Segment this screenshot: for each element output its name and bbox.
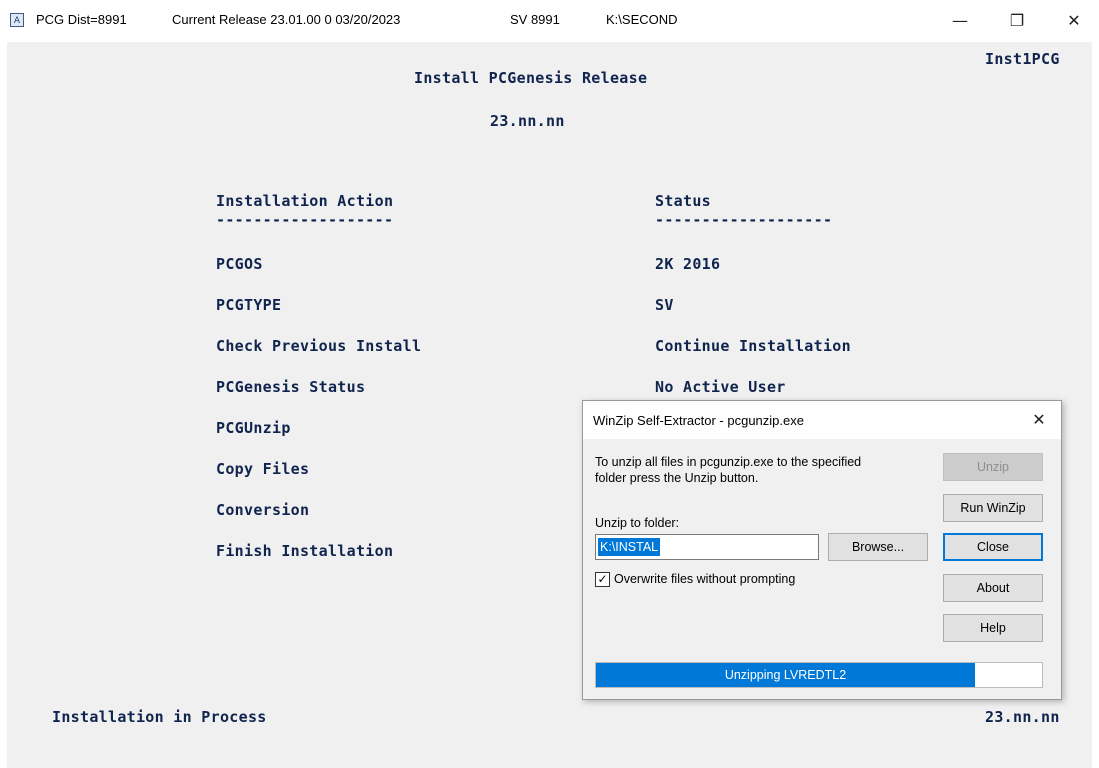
minimize-button[interactable]: — xyxy=(938,0,982,42)
action-item: PCGenesis Status xyxy=(216,378,366,396)
action-item: PCGTYPE xyxy=(216,296,282,314)
status-item: SV xyxy=(655,296,674,314)
dialog-message-line2: folder press the Unzip button. xyxy=(595,471,759,485)
dialog-title: WinZip Self-Extractor - pcgunzip.exe xyxy=(593,413,804,428)
close-button[interactable]: Close xyxy=(943,533,1043,561)
overwrite-checkbox[interactable]: ✓ xyxy=(595,572,610,587)
status-item: 2K 2016 xyxy=(655,255,721,273)
folder-label: Unzip to folder: xyxy=(595,516,680,530)
unzip-folder-value: K:\INSTAL xyxy=(598,538,661,556)
status-column-header: Status xyxy=(655,192,711,210)
progress-text: Unzipping LVREDTL2 xyxy=(724,668,847,682)
status-item: No Active User xyxy=(655,378,786,396)
restore-button[interactable]: ❐ xyxy=(995,0,1039,42)
action-column-header: Installation Action xyxy=(216,192,394,210)
title-dist: PCG Dist=8991 xyxy=(36,12,127,27)
browse-button[interactable]: Browse... xyxy=(828,533,928,561)
unzip-folder-input[interactable]: K:\INSTAL xyxy=(595,534,819,560)
dialog-message-line1: To unzip all files in pcgunzip.exe to th… xyxy=(595,455,862,469)
app-icon[interactable]: A xyxy=(10,13,24,27)
action-column-underline: ------------------- xyxy=(216,211,394,229)
footer-status: Installation in Process xyxy=(52,708,267,726)
winzip-dialog: WinZip Self-Extractor - pcgunzip.exe ✕ T… xyxy=(582,400,1062,700)
title-release: Current Release 23.01.00 0 03/20/2023 xyxy=(172,12,401,27)
program-name: Inst1PCG xyxy=(985,50,1060,68)
window-titlebar[interactable]: A PCG Dist=8991 Current Release 23.01.00… xyxy=(0,0,1099,42)
action-item: Finish Installation xyxy=(216,542,394,560)
action-item: Check Previous Install xyxy=(216,337,422,355)
action-item: PCGUnzip xyxy=(216,419,291,437)
title-sv: SV 8991 xyxy=(510,12,560,27)
status-column-underline: ------------------- xyxy=(655,211,833,229)
help-button[interactable]: Help xyxy=(943,614,1043,642)
about-button[interactable]: About xyxy=(943,574,1043,602)
release-version: 23.nn.nn xyxy=(490,112,565,130)
dialog-titlebar[interactable]: WinZip Self-Extractor - pcgunzip.exe ✕ xyxy=(583,401,1061,439)
dialog-close-icon[interactable]: ✕ xyxy=(1025,407,1053,433)
overwrite-label: Overwrite files without prompting xyxy=(614,572,796,586)
window-close-button[interactable]: ✕ xyxy=(1052,0,1096,42)
screen-heading: Install PCGenesis Release xyxy=(414,69,648,87)
footer-version: 23.nn.nn xyxy=(985,708,1060,726)
run-winzip-button[interactable]: Run WinZip xyxy=(943,494,1043,522)
unzip-button[interactable]: Unzip xyxy=(943,453,1043,481)
unzip-progress-bar: Unzipping LVREDTL2 xyxy=(595,662,1043,688)
title-path: K:\SECOND xyxy=(606,12,678,27)
action-item: Conversion xyxy=(216,501,310,519)
action-item: PCGOS xyxy=(216,255,263,273)
action-item: Copy Files xyxy=(216,460,310,478)
status-item: Continue Installation xyxy=(655,337,851,355)
